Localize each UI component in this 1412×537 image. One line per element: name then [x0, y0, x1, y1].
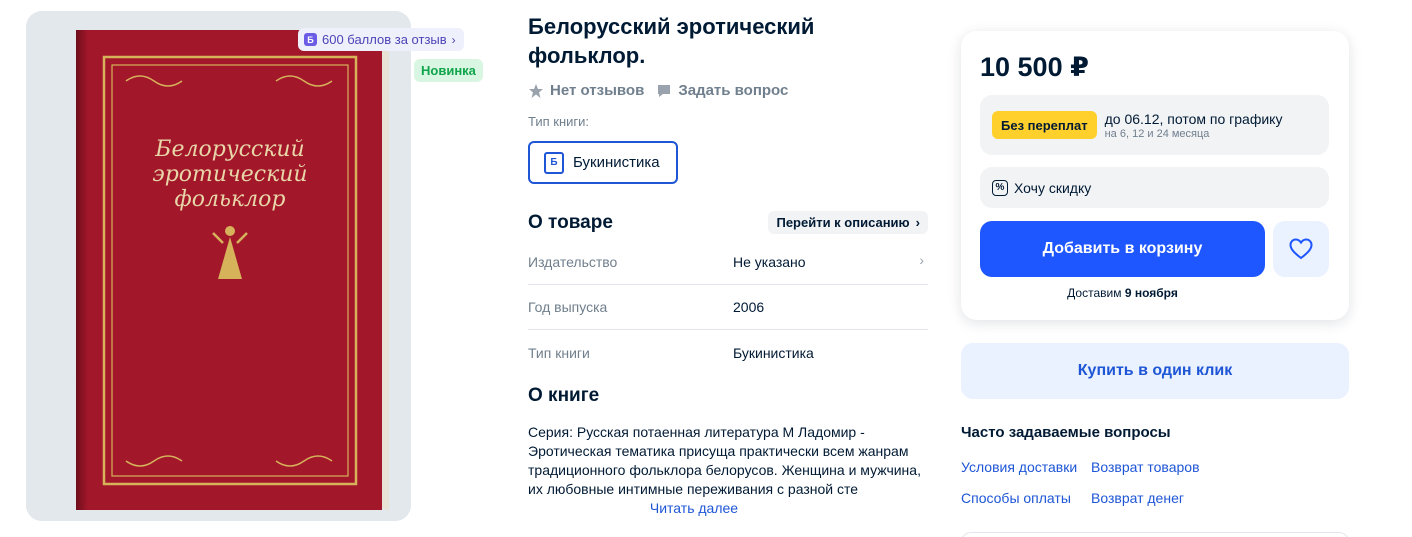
chevron-right-icon: › — [915, 215, 920, 230]
book-description-text: Серия: Русская потаенная литература М Ла… — [528, 424, 921, 497]
property-key: Год выпуска — [528, 299, 608, 315]
buy-one-click-button[interactable]: Купить в один клик — [961, 343, 1349, 399]
add-to-cart-button[interactable]: Добавить в корзину — [980, 221, 1265, 277]
price: 10 500 ₽ — [980, 52, 1089, 82]
property-key: Издательство — [528, 254, 618, 270]
delivery-prefix: Доставим — [1067, 286, 1122, 300]
installment-text: до 06.12, потом по графику — [1104, 110, 1283, 127]
want-discount-label: Хочу скидку — [1014, 179, 1092, 196]
go-to-description-label: Перейти к описанию — [776, 215, 910, 230]
property-row-year: Год выпуска 2006 — [528, 285, 928, 330]
product-gallery[interactable]: Белорусский эротический фольклор — [26, 11, 411, 521]
faq-next-card — [961, 532, 1349, 537]
product-title: Белорусский эротический фольклор. — [528, 14, 815, 68]
installment-badge: Без переплат — [992, 111, 1097, 139]
property-key: Тип книги — [528, 344, 590, 361]
chevron-right-icon: › — [919, 252, 924, 268]
star-icon — [529, 83, 543, 98]
want-discount-button[interactable]: % Хочу скидку — [980, 167, 1329, 208]
book-type-label: Тип книги: — [528, 114, 590, 129]
reviews-label: Нет отзывов — [550, 82, 645, 99]
delivery-info: Доставим 9 ноября — [980, 286, 1265, 300]
about-heading: О товаре — [528, 211, 613, 233]
book-description: Серия: Русская потаенная литература М Ла… — [528, 423, 928, 518]
ask-question-link[interactable]: Задать вопрос — [656, 82, 788, 99]
points-for-review-badge[interactable]: Б 600 баллов за отзыв › — [298, 28, 464, 51]
book-pages — [381, 33, 389, 511]
chat-icon — [658, 84, 671, 97]
reviews-link[interactable]: Нет отзывов — [528, 82, 644, 99]
book-type-option[interactable]: Б Букинистика — [528, 141, 678, 184]
property-value: Не указано — [733, 254, 806, 270]
points-icon: Б — [304, 33, 317, 46]
new-badge: Новинка — [414, 59, 483, 82]
cover-title-line-2: эротический — [152, 162, 307, 187]
about-header: О товаре Перейти к описанию › — [528, 211, 928, 234]
product-properties: Издательство Не указано › Год выпуска 20… — [528, 240, 928, 375]
faq-link-returns[interactable]: Возврат товаров — [1091, 459, 1231, 475]
book-heading: О книге — [528, 385, 600, 406]
installment-offer[interactable]: Без переплат до 06.12, потом по графику … — [980, 95, 1329, 155]
book-type-value: Букинистика — [573, 154, 660, 171]
book-icon: Б — [544, 151, 564, 174]
ask-question-label: Задать вопрос — [678, 82, 789, 99]
faq-link-delivery[interactable]: Условия доставки — [961, 459, 1091, 475]
faq-links: Условия доставки Возврат товаров Способы… — [961, 459, 1261, 506]
cover-title-line-3: фольклор — [175, 187, 286, 212]
delivery-date: 9 ноября — [1124, 286, 1178, 300]
product-meta: Нет отзывов Задать вопрос — [528, 82, 928, 99]
book-spine — [76, 30, 88, 510]
faq-link-refund[interactable]: Возврат денег — [1091, 490, 1231, 506]
chevron-right-icon: › — [451, 32, 456, 47]
installment-sub: на 6, 12 и 24 месяца — [1104, 127, 1210, 140]
go-to-description-button[interactable]: Перейти к описанию › — [768, 211, 928, 234]
buy-card: 10 500 ₽ Без переплат до 06.12, потом по… — [961, 31, 1349, 320]
property-value: 2006 — [733, 299, 765, 315]
book-cover-image[interactable]: Белорусский эротический фольклор — [26, 11, 411, 521]
favorite-button[interactable] — [1273, 221, 1329, 277]
points-badge-label: 600 баллов за отзыв — [322, 32, 447, 47]
read-more-link[interactable]: Читать далее — [650, 500, 738, 516]
property-value: Букинистика — [733, 344, 814, 361]
property-row-publisher[interactable]: Издательство Не указано › — [528, 240, 928, 285]
product-info: Белорусский эротический фольклор. Нет от… — [528, 12, 928, 518]
property-row-book-type: Тип книги Букинистика — [528, 330, 928, 375]
faq-link-payment[interactable]: Способы оплаты — [961, 490, 1091, 506]
heart-icon — [1289, 238, 1313, 260]
discount-icon: % — [992, 179, 1008, 196]
faq-title: Часто задаваемые вопросы — [961, 424, 1171, 441]
cover-title-line-1: Белорусский — [154, 137, 304, 162]
